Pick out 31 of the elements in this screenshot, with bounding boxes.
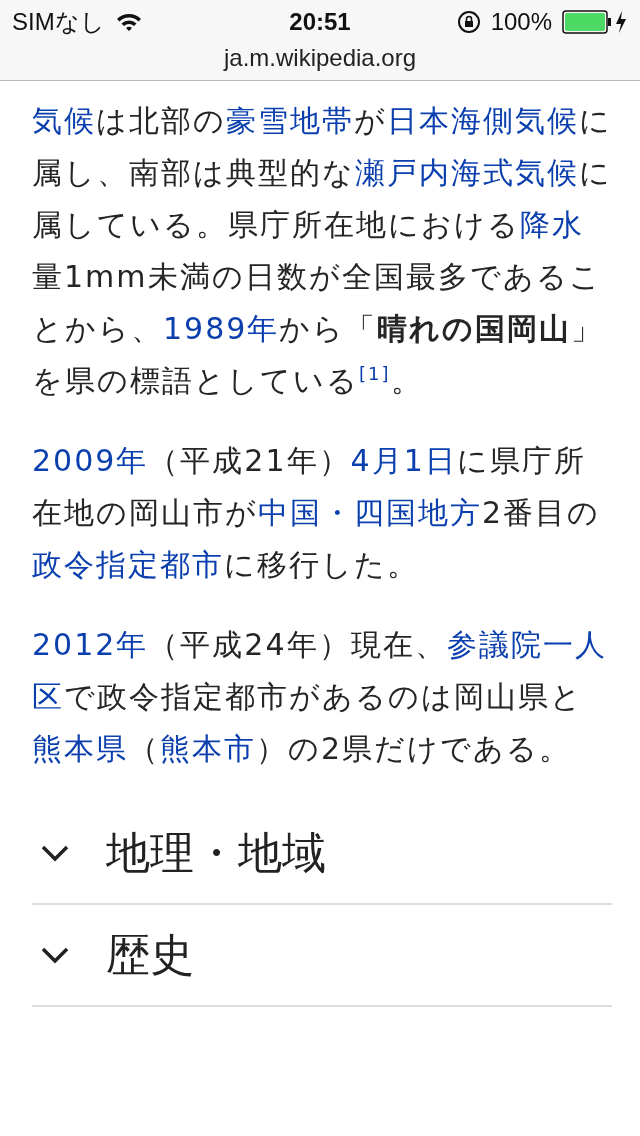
section-header[interactable]: 地理・地域 [32,803,612,905]
address-bar[interactable]: ja.m.wikipedia.org [223,44,417,72]
section-title: 地理・地域 [106,825,326,880]
link[interactable]: 気候 [32,103,96,138]
clock: 20:51 [289,8,351,36]
link[interactable]: 2012年 [32,627,149,662]
link[interactable]: 区 [32,679,64,714]
paragraph: 2012年（平成24年）現在、参議院一人 区で政令指定都市があるのは岡山県と 熊本県（熊本市）の2県だけである。 [32,626,608,768]
link[interactable]: 参議院一人 [446,627,607,662]
link[interactable]: 熊 [32,731,64,766]
carrier: SIMなし [12,7,105,37]
link[interactable]: 中国・四国地方 [258,495,482,530]
reference-link[interactable]: [1] [359,363,391,384]
link[interactable]: 4月1日 [350,443,457,478]
link[interactable]: 豪雪地帯 [226,103,354,138]
link[interactable]: 本県 [64,731,128,766]
rotation-lock-icon [456,10,481,34]
paragraph: 2009年（平成21年）4月1日 に県庁所在地の岡山市が中国・四国地方2番目の 政令指定都市に移行した。 [32,442,602,584]
battery-icon [562,9,628,35]
paragraph: 気候は北部の豪雪地帯が 日本海側気候に属し、南部は典型的な瀬戸内海式気候に属している。県庁所在地における 降水 量1mm未満の日数が全国最多であることから、1989年から「晴れの国岡山」を県の標語としている$^{[1]}$。 [32,102,612,400]
link[interactable]: 熊本市 [160,731,256,766]
link[interactable]: 瀬戸内海式気候 [355,155,579,190]
link[interactable]: 降水 [520,207,584,242]
link[interactable]: 1989年 [163,311,280,346]
link[interactable]: 政 [32,547,64,582]
section-header[interactable]: 歴史 [32,905,612,1007]
link[interactable]: 令指定都市 [64,547,224,582]
battery-percentage: 100% [490,8,552,36]
link[interactable]: 日本海側気候 [387,103,579,138]
link[interactable]: 2009年 [32,443,149,478]
section-title: 歴史 [106,927,194,982]
